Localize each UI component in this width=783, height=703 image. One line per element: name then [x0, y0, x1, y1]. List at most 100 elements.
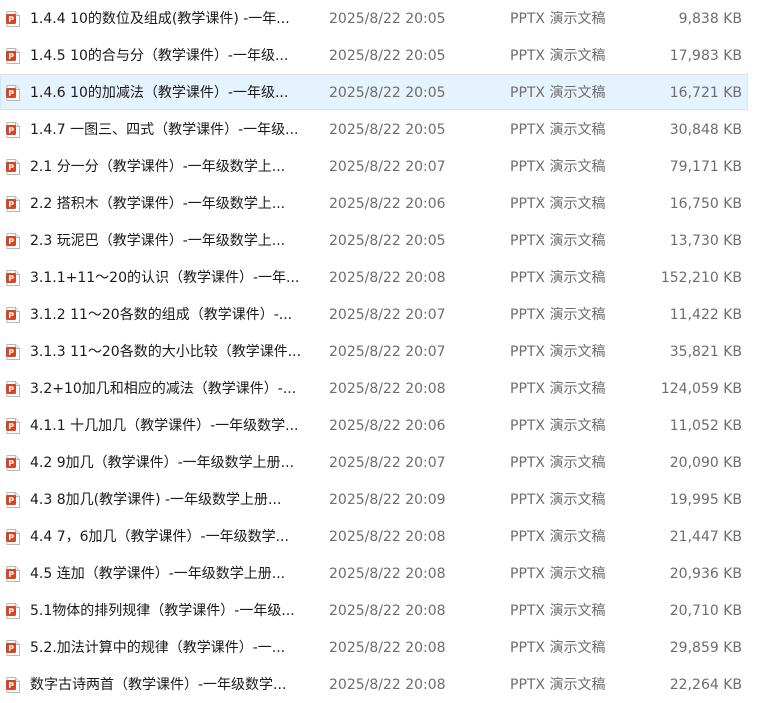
- ppt-file-icon: [6, 418, 20, 434]
- file-size: 20,090 KB: [669, 455, 742, 471]
- file-type: PPTX 演示文稿: [510, 492, 606, 508]
- file-modified-date: 2025/8/22 20:05: [329, 48, 446, 64]
- file-row[interactable]: 2.2 搭积木（教学课件）-一年级数学上... 2025/8/22 20:06 …: [0, 185, 748, 221]
- file-row[interactable]: 4.1.1 十几加几（教学课件）-一年级数学... 2025/8/22 20:0…: [0, 407, 748, 443]
- file-name: 1.4.6 10的加减法（教学课件）-一年级...: [30, 85, 289, 101]
- file-name: 5.2.加法计算中的规律（教学课件）-一...: [30, 640, 286, 656]
- file-type: PPTX 演示文稿: [510, 233, 606, 249]
- file-modified-date: 2025/8/22 20:06: [329, 196, 446, 212]
- ppt-file-icon: [6, 11, 20, 27]
- file-size: 35,821 KB: [669, 344, 742, 360]
- file-row[interactable]: 2.3 玩泥巴（教学课件）-一年级数学上... 2025/8/22 20:05 …: [0, 222, 748, 258]
- file-modified-date: 2025/8/22 20:08: [329, 381, 446, 397]
- file-type: PPTX 演示文稿: [510, 11, 606, 27]
- file-row[interactable]: 3.1.1+11～20的认识（教学课件）-一年... 2025/8/22 20:…: [0, 259, 748, 295]
- ppt-file-icon: [6, 159, 20, 175]
- file-list: 1.4.4 10的数位及组成(教学课件) -一年... 2025/8/22 20…: [0, 0, 783, 700]
- file-type: PPTX 演示文稿: [510, 85, 606, 101]
- file-type: PPTX 演示文稿: [510, 196, 606, 212]
- file-name: 4.4 7，6加几（教学课件）-一年级数学...: [30, 529, 289, 545]
- file-row[interactable]: 4.2 9加几（教学课件）-一年级数学上册... 2025/8/22 20:07…: [0, 444, 748, 480]
- file-name: 3.1.3 11～20各数的大小比较（教学课件...: [30, 344, 302, 360]
- ppt-file-icon: [6, 529, 20, 545]
- file-row[interactable]: 1.4.4 10的数位及组成(教学课件) -一年... 2025/8/22 20…: [0, 0, 748, 36]
- file-size: 11,052 KB: [669, 418, 742, 434]
- file-row[interactable]: 3.1.2 11～20各数的组成（教学课件）-... 2025/8/22 20:…: [0, 296, 748, 332]
- file-row[interactable]: 1.4.7 一图三、四式（教学课件）-一年级... 2025/8/22 20:0…: [0, 111, 748, 147]
- file-name: 5.1物体的排列规律（教学课件）-一年级...: [30, 603, 295, 619]
- file-name: 1.4.7 一图三、四式（教学课件）-一年级...: [30, 122, 299, 138]
- file-modified-date: 2025/8/22 20:07: [329, 344, 446, 360]
- file-row[interactable]: 4.4 7，6加几（教学课件）-一年级数学... 2025/8/22 20:08…: [0, 518, 748, 554]
- file-type: PPTX 演示文稿: [510, 344, 606, 360]
- file-type: PPTX 演示文稿: [510, 159, 606, 175]
- file-name: 1.4.5 10的合与分（教学课件）-一年级...: [30, 48, 289, 64]
- file-name: 4.5 连加（教学课件）-一年级数学上册...: [30, 566, 286, 582]
- file-size: 124,059 KB: [660, 381, 742, 397]
- file-row[interactable]: 5.2.加法计算中的规律（教学课件）-一... 2025/8/22 20:08 …: [0, 629, 748, 665]
- file-modified-date: 2025/8/22 20:07: [329, 159, 446, 175]
- ppt-file-icon: [6, 455, 20, 471]
- file-name: 2.1 分一分（教学课件）-一年级数学上...: [30, 159, 286, 175]
- ppt-file-icon: [6, 492, 20, 508]
- file-row[interactable]: 4.5 连加（教学课件）-一年级数学上册... 2025/8/22 20:08 …: [0, 555, 748, 591]
- ppt-file-icon: [6, 566, 20, 582]
- file-size: 20,710 KB: [669, 603, 742, 619]
- file-row[interactable]: 1.4.5 10的合与分（教学课件）-一年级... 2025/8/22 20:0…: [0, 37, 748, 73]
- file-type: PPTX 演示文稿: [510, 122, 606, 138]
- file-modified-date: 2025/8/22 20:05: [329, 85, 446, 101]
- file-name: 3.1.2 11～20各数的组成（教学课件）-...: [30, 307, 293, 323]
- file-row[interactable]: 3.2+10加几和相应的减法（教学课件）-... 2025/8/22 20:08…: [0, 370, 748, 406]
- ppt-file-icon: [6, 640, 20, 656]
- file-size: 19,995 KB: [669, 492, 742, 508]
- file-name: 2.2 搭积木（教学课件）-一年级数学上...: [30, 196, 286, 212]
- file-type: PPTX 演示文稿: [510, 48, 606, 64]
- file-size: 29,859 KB: [669, 640, 742, 656]
- ppt-file-icon: [6, 233, 20, 249]
- ppt-file-icon: [6, 85, 20, 101]
- ppt-file-icon: [6, 48, 20, 64]
- file-row[interactable]: 数字古诗两首（教学课件）-一年级数学... 2025/8/22 20:08 PP…: [0, 666, 748, 696]
- file-modified-date: 2025/8/22 20:05: [329, 11, 446, 27]
- file-type: PPTX 演示文稿: [510, 270, 606, 286]
- file-size: 152,210 KB: [660, 270, 742, 286]
- file-size: 30,848 KB: [669, 122, 742, 138]
- file-type: PPTX 演示文稿: [510, 381, 606, 397]
- ppt-file-icon: [6, 677, 20, 693]
- file-size: 11,422 KB: [669, 307, 742, 323]
- file-modified-date: 2025/8/22 20:08: [329, 529, 446, 545]
- file-size: 9,838 KB: [678, 11, 742, 27]
- ppt-file-icon: [6, 122, 20, 138]
- file-modified-date: 2025/8/22 20:05: [329, 122, 446, 138]
- file-name: 4.2 9加几（教学课件）-一年级数学上册...: [30, 455, 295, 471]
- file-type: PPTX 演示文稿: [510, 640, 606, 656]
- file-modified-date: 2025/8/22 20:06: [329, 418, 446, 434]
- file-size: 13,730 KB: [669, 233, 742, 249]
- file-type: PPTX 演示文稿: [510, 418, 606, 434]
- file-type: PPTX 演示文稿: [510, 677, 606, 693]
- file-row[interactable]: 2.1 分一分（教学课件）-一年级数学上... 2025/8/22 20:07 …: [0, 148, 748, 184]
- ppt-file-icon: [6, 270, 20, 286]
- file-modified-date: 2025/8/22 20:08: [329, 566, 446, 582]
- file-modified-date: 2025/8/22 20:08: [329, 603, 446, 619]
- file-name: 3.1.1+11～20的认识（教学课件）-一年...: [30, 270, 300, 286]
- file-row-selected[interactable]: 1.4.6 10的加减法（教学课件）-一年级... 2025/8/22 20:0…: [0, 74, 748, 110]
- file-row[interactable]: 3.1.3 11～20各数的大小比较（教学课件... 2025/8/22 20:…: [0, 333, 748, 369]
- file-name: 数字古诗两首（教学课件）-一年级数学...: [30, 677, 287, 693]
- file-row[interactable]: 5.1物体的排列规律（教学课件）-一年级... 2025/8/22 20:08 …: [0, 592, 748, 628]
- file-type: PPTX 演示文稿: [510, 455, 606, 471]
- file-modified-date: 2025/8/22 20:08: [329, 640, 446, 656]
- ppt-file-icon: [6, 196, 20, 212]
- file-type: PPTX 演示文稿: [510, 603, 606, 619]
- file-type: PPTX 演示文稿: [510, 307, 606, 323]
- file-size: 20,936 KB: [669, 566, 742, 582]
- file-type: PPTX 演示文稿: [510, 529, 606, 545]
- file-name: 1.4.4 10的数位及组成(教学课件) -一年...: [30, 11, 290, 27]
- ppt-file-icon: [6, 307, 20, 323]
- file-type: PPTX 演示文稿: [510, 566, 606, 582]
- file-modified-date: 2025/8/22 20:07: [329, 455, 446, 471]
- ppt-file-icon: [6, 381, 20, 397]
- file-row[interactable]: 4.3 8加几(教学课件) -一年级数学上册... 2025/8/22 20:0…: [0, 481, 748, 517]
- file-size: 22,264 KB: [669, 677, 742, 693]
- file-size: 21,447 KB: [669, 529, 742, 545]
